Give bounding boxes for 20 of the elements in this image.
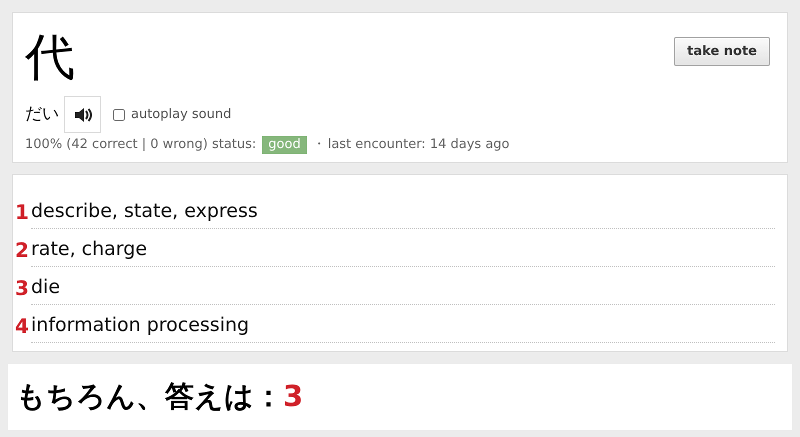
status-badge: good xyxy=(262,136,307,154)
reading: だい xyxy=(25,102,59,126)
autoplay-checkbox[interactable] xyxy=(113,108,125,120)
take-note-button[interactable]: take note xyxy=(674,37,770,66)
last-encounter-text: last encounter: 14 days ago xyxy=(328,136,510,154)
kanji: 代 xyxy=(25,27,75,87)
meaning-text: die xyxy=(31,274,775,305)
separator-dot: ・ xyxy=(312,136,326,154)
meaning-text: rate, charge xyxy=(31,236,775,267)
score-text: 100% (42 correct | 0 wrong) status: xyxy=(25,136,256,154)
meaning-number: 4 xyxy=(15,313,30,340)
meaning-text: describe, state, express xyxy=(31,198,775,229)
meaning-number: 2 xyxy=(15,237,30,264)
meaning-number: 3 xyxy=(15,275,30,302)
answer-text: もちろん、答えは：3 xyxy=(16,378,304,416)
meaning-text: information processing xyxy=(31,312,775,343)
speaker-button[interactable] xyxy=(64,96,101,133)
speaker-icon xyxy=(74,106,92,122)
autoplay-label: autoplay sound xyxy=(131,106,232,124)
meaning-number: 1 xyxy=(15,199,30,226)
